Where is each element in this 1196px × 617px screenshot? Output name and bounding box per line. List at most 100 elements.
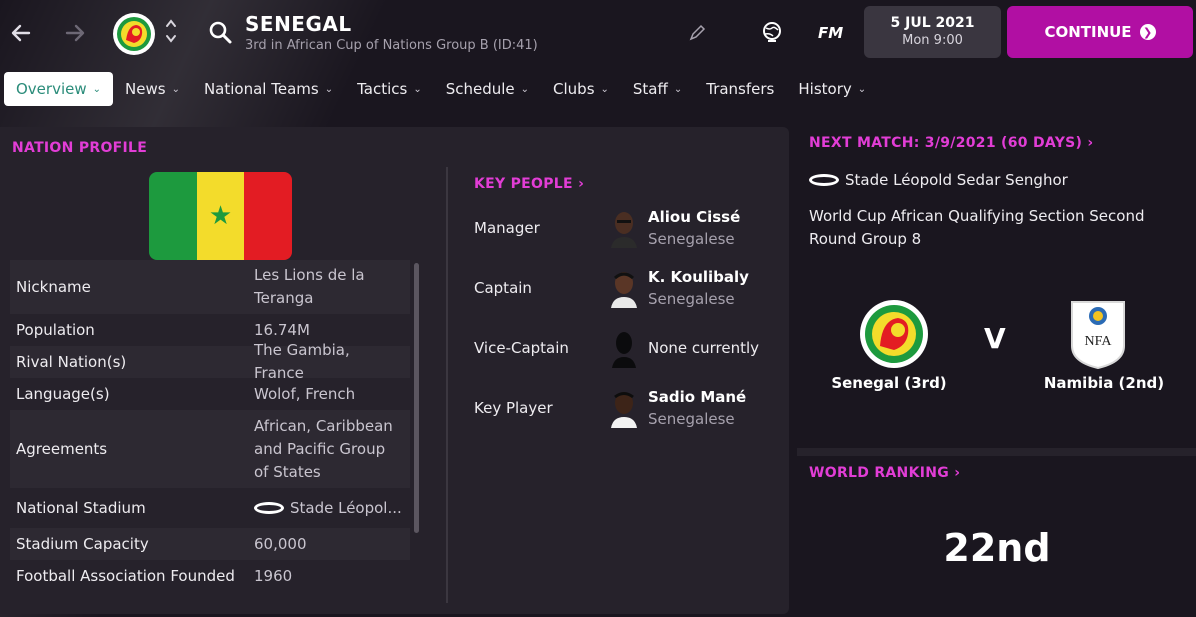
chevron-down-icon: ⌄	[600, 83, 609, 95]
profile-row-agreements: Agreements African, Caribbean and Pacifi…	[10, 410, 410, 488]
chevron-down-icon: ⌄	[857, 83, 867, 95]
person-nationality: Senegalese	[648, 290, 735, 308]
person-name: K. Koulibaly	[648, 268, 749, 286]
chevron-down-icon: ⌄	[324, 83, 334, 95]
page-title: SENEGAL	[245, 12, 352, 36]
profile-row-nickname: Nickname Les Lions de la Teranga	[10, 260, 410, 314]
profile-row-capacity: Stadium Capacity 60,000	[10, 528, 410, 560]
tab-label: Tactics	[357, 80, 408, 98]
globe-icon[interactable]	[760, 20, 784, 44]
row-key: Nickname	[16, 278, 91, 296]
row-key: Football Association Founded	[16, 567, 235, 585]
person-name: Aliou Cissé	[648, 208, 741, 226]
row-key: Stadium Capacity	[16, 535, 149, 553]
continue-label: CONTINUE	[1044, 23, 1132, 41]
person-avatar	[608, 208, 640, 248]
senegal-flag: ★	[149, 172, 292, 260]
tab-schedule[interactable]: Schedule ⌄	[434, 72, 541, 106]
tab-national-teams[interactable]: National Teams ⌄	[192, 72, 345, 106]
stadium-icon	[809, 174, 839, 186]
continue-button[interactable]: CONTINUE ❯	[1007, 6, 1193, 58]
person-silhouette-icon	[608, 328, 640, 368]
row-key: National Stadium	[16, 499, 146, 517]
row-value[interactable]: Stade Léopol...	[254, 497, 404, 520]
world-ranking-heading[interactable]: WORLD RANKING ›	[809, 465, 960, 481]
panel-divider	[446, 167, 448, 603]
row-value: 1960	[254, 566, 293, 585]
tab-label: News	[125, 80, 166, 98]
tab-news[interactable]: News ⌄	[113, 72, 192, 106]
key-person-manager[interactable]: Manager Aliou Cissé Senegalese	[474, 208, 774, 248]
person-avatar	[608, 268, 640, 308]
nation-switch-arrows-icon[interactable]	[163, 16, 179, 50]
current-date: 5 JUL 2021	[890, 15, 975, 31]
star-icon: ★	[208, 201, 233, 231]
fm-logo[interactable]: FM	[818, 24, 843, 42]
senegal-crest-icon[interactable]	[858, 298, 930, 370]
chevron-down-icon: ⌄	[673, 83, 683, 95]
namibia-crest-icon[interactable]: NFA	[1068, 298, 1140, 370]
stadium-icon	[254, 502, 284, 514]
row-value[interactable]: The Gambia, France	[254, 339, 404, 385]
role-label: Vice-Captain	[474, 339, 569, 357]
match-venue[interactable]: Stade Léopold Sedar Senghor	[809, 171, 1068, 189]
match-competition[interactable]: World Cup African Qualifying Section Sec…	[809, 205, 1169, 251]
tab-transfers[interactable]: Transfers	[694, 72, 786, 106]
world-ranking-value: 22nd	[943, 526, 1051, 570]
scrollbar[interactable]	[414, 263, 419, 533]
tab-label: Staff	[632, 80, 668, 98]
tab-staff[interactable]: Staff ⌄	[621, 72, 694, 106]
search-icon[interactable]	[208, 20, 234, 46]
row-key: Rival Nation(s)	[16, 353, 127, 371]
continue-arrow-icon: ❯	[1139, 24, 1156, 40]
nation-profile-heading: NATION PROFILE	[12, 140, 148, 156]
role-label: Key Player	[474, 399, 553, 417]
chevron-down-icon: ⌄	[520, 83, 530, 95]
forward-arrow-icon[interactable]	[60, 18, 90, 48]
row-key: Population	[16, 321, 95, 339]
nation-profile-panel: NATION PROFILE ★ Nickname Les Lions de l…	[0, 127, 789, 614]
venue-name: Stade Léopold Sedar Senghor	[845, 171, 1068, 189]
date-box[interactable]: 5 JUL 2021 Mon 9:00	[864, 6, 1001, 58]
role-label: Captain	[474, 279, 532, 297]
person-none: None currently	[648, 339, 760, 357]
pencil-icon[interactable]	[688, 24, 706, 42]
tab-bar: Overview ⌄ News ⌄ National Teams ⌄ Tactics ⌄…	[4, 72, 878, 106]
page-subtitle: 3rd in African Cup of Nations Group B (I…	[245, 38, 538, 53]
stadium-name: Stade Léopol...	[290, 498, 402, 517]
chevron-down-icon: ⌄	[171, 83, 180, 95]
person-avatar	[608, 388, 640, 428]
row-value: 60,000	[254, 534, 307, 553]
tab-history[interactable]: History ⌄	[786, 72, 878, 106]
person-nationality: Senegalese	[648, 230, 735, 248]
tab-clubs[interactable]: Clubs ⌄	[541, 72, 621, 106]
tab-label: Transfers	[706, 80, 775, 98]
senegal-crest-icon[interactable]	[112, 12, 156, 56]
profile-row-founded: Football Association Founded 1960	[10, 560, 410, 592]
tab-tactics[interactable]: Tactics ⌄	[345, 72, 434, 106]
versus-label: V	[984, 322, 1006, 355]
chevron-down-icon: ⌄	[92, 83, 102, 95]
key-person-captain[interactable]: Captain K. Koulibaly Senegalese	[474, 268, 774, 308]
row-value: Les Lions de la Teranga	[254, 266, 365, 307]
role-label: Manager	[474, 219, 540, 237]
back-arrow-icon[interactable]	[6, 18, 36, 48]
tab-label: Clubs	[553, 80, 595, 98]
profile-row-languages: Language(s) Wolof, French	[10, 378, 410, 410]
row-key: Language(s)	[16, 385, 110, 403]
row-key: Agreements	[16, 440, 108, 458]
away-team-name[interactable]: Namibia (2nd)	[1024, 374, 1184, 392]
row-value: African, Caribbean and Pacific Group of …	[254, 416, 393, 481]
profile-row-rivals: Rival Nation(s) The Gambia, France	[10, 341, 410, 382]
section-divider	[797, 448, 1196, 456]
key-people-heading[interactable]: KEY PEOPLE ›	[474, 176, 584, 192]
key-person-key-player[interactable]: Key Player Sadio Mané Senegalese	[474, 388, 774, 428]
profile-table: Nickname Les Lions de la Teranga Populat…	[10, 260, 410, 592]
tab-label: Overview	[16, 80, 87, 98]
person-nationality: Senegalese	[648, 410, 735, 428]
tab-label: History	[798, 80, 852, 98]
tab-overview[interactable]: Overview ⌄	[4, 72, 114, 106]
person-name: Sadio Mané	[648, 388, 747, 406]
next-match-heading[interactable]: NEXT MATCH: 3/9/2021 (60 DAYS) ›	[809, 135, 1093, 151]
home-team-name[interactable]: Senegal (3rd)	[809, 374, 969, 392]
